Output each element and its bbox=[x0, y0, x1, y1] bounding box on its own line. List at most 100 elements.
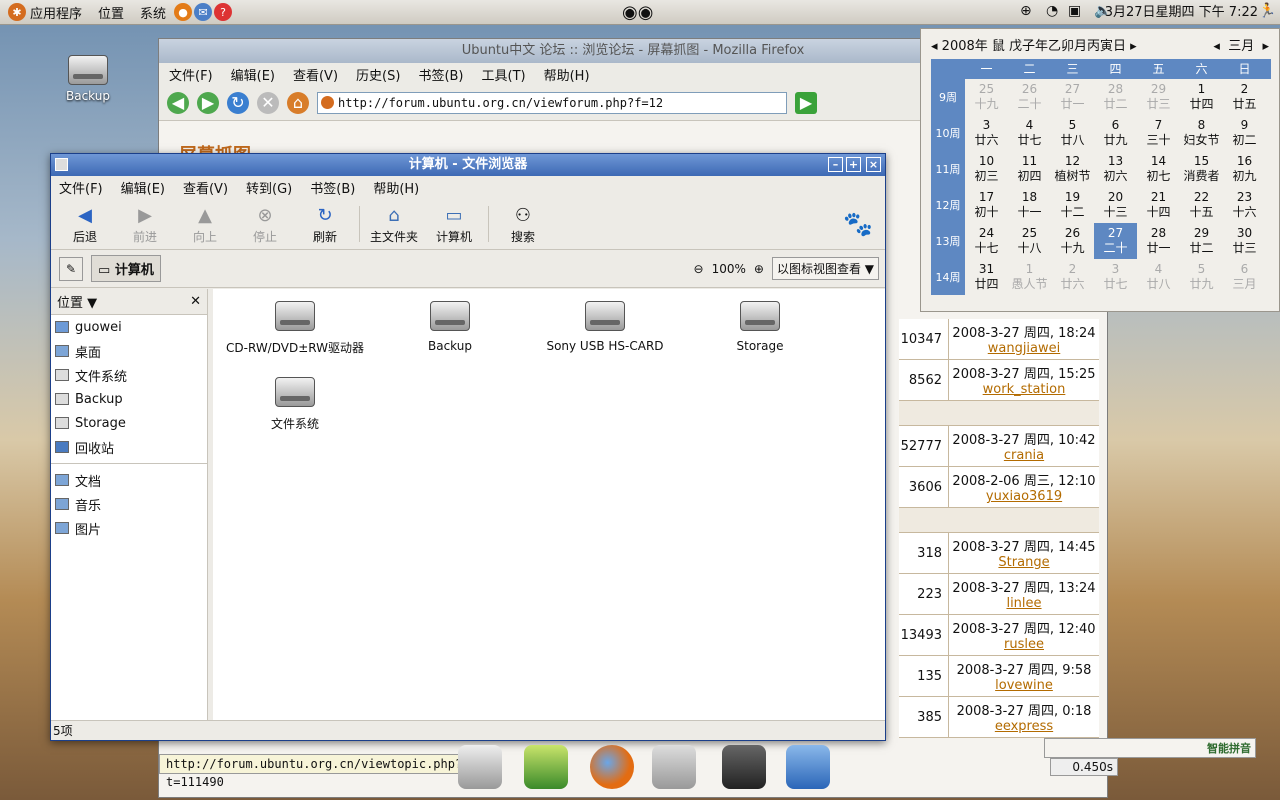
last-post-user[interactable]: yuxiao3619 bbox=[949, 489, 1099, 504]
zoom-in-icon[interactable]: ⊕ bbox=[754, 262, 764, 276]
calendar-day[interactable]: 7 三十 bbox=[1137, 115, 1180, 151]
ff-menu-tools[interactable]: 工具(T) bbox=[482, 65, 526, 84]
calendar-day[interactable]: 29 廿三 bbox=[1137, 79, 1180, 115]
ff-menu-edit[interactable]: 编辑(E) bbox=[231, 65, 275, 84]
calendar-day[interactable]: 26 二十 bbox=[1008, 79, 1051, 115]
trash-icon[interactable] bbox=[786, 745, 830, 789]
last-post-user[interactable]: linlee bbox=[949, 596, 1099, 611]
help-launcher-icon[interactable]: ? bbox=[214, 3, 233, 21]
ff-menu-view[interactable]: 查看(V) bbox=[293, 65, 338, 84]
calendar-day[interactable]: 17 初十 bbox=[965, 187, 1008, 223]
fm-menu-view[interactable]: 查看(V) bbox=[183, 178, 228, 197]
month-selector[interactable]: ◂ 三月 ▸ bbox=[1213, 35, 1269, 54]
stop-icon[interactable]: ✕ bbox=[257, 91, 279, 114]
minimize-icon[interactable]: – bbox=[828, 157, 843, 172]
calendar-day[interactable]: 14 初七 bbox=[1137, 151, 1180, 187]
last-post-user[interactable]: work_station bbox=[949, 382, 1099, 397]
system-menu[interactable]: 系统 bbox=[132, 0, 174, 25]
sidebar-close-icon[interactable]: ✕ bbox=[190, 294, 201, 309]
calendar-day[interactable]: 18 十一 bbox=[1008, 187, 1051, 223]
computer-button[interactable]: ▭ 计算机 bbox=[424, 198, 484, 245]
up-button[interactable]: ▲ 向上 bbox=[175, 198, 235, 245]
mail-launcher-icon[interactable]: ✉ bbox=[194, 3, 213, 21]
sidebar-item-storage[interactable]: Storage bbox=[51, 411, 207, 435]
terminal-icon[interactable] bbox=[722, 745, 766, 789]
calendar-day[interactable]: 16 初九 bbox=[1223, 151, 1266, 187]
go-icon[interactable]: ▶ bbox=[795, 91, 817, 114]
ff-menu-history[interactable]: 历史(S) bbox=[356, 65, 400, 84]
view-mode-select[interactable]: 以图标视图查看 ▼ bbox=[771, 257, 879, 280]
file-item-filesystem[interactable]: 文件系统 bbox=[225, 377, 365, 432]
calendar-day[interactable]: 22 十五 bbox=[1180, 187, 1223, 223]
home-folder-button[interactable]: ⌂ 主文件夹 bbox=[364, 198, 424, 245]
input-method-bar[interactable]: 智能拼音 bbox=[1044, 738, 1256, 758]
calendar-day[interactable]: 12 植树节 bbox=[1051, 151, 1094, 187]
calendar-day[interactable]: 5 廿九 bbox=[1180, 259, 1223, 295]
calendar-day[interactable]: 28 廿二 bbox=[1094, 79, 1137, 115]
battery-icon[interactable] bbox=[524, 745, 568, 789]
display-icon[interactable]: ▣ bbox=[1068, 3, 1081, 19]
back-icon[interactable]: ◀ bbox=[167, 91, 189, 114]
calendar-day[interactable]: 6 三月 bbox=[1223, 259, 1266, 295]
fm-menu-edit[interactable]: 编辑(E) bbox=[121, 178, 165, 197]
calendar-day[interactable]: 2 廿五 bbox=[1223, 79, 1266, 115]
calendar-day[interactable]: 31 廿四 bbox=[965, 259, 1008, 295]
network-icon[interactable]: ⊕ bbox=[1020, 3, 1032, 19]
last-post-user[interactable]: lovewine bbox=[949, 678, 1099, 693]
calendar-day[interactable]: 25 十九 bbox=[965, 79, 1008, 115]
fm-menu-file[interactable]: 文件(F) bbox=[59, 178, 103, 197]
calendar-day[interactable]: 8 妇女节 bbox=[1180, 115, 1223, 151]
sidebar-item-trash[interactable]: 回收站 bbox=[51, 435, 207, 459]
file-cabinet-icon[interactable] bbox=[652, 745, 696, 789]
calendar-day[interactable]: 2 廿六 bbox=[1051, 259, 1094, 295]
calendar-day[interactable]: 3 廿七 bbox=[1094, 259, 1137, 295]
calendar-day[interactable]: 27 二十 bbox=[1094, 223, 1137, 259]
back-button[interactable]: ◀ 后退 bbox=[55, 198, 115, 245]
calendar-day[interactable]: 27 廿一 bbox=[1051, 79, 1094, 115]
clock[interactable]: 3月27日星期四 下午 7:22 bbox=[1105, 0, 1258, 25]
calendar-day[interactable]: 29 廿二 bbox=[1180, 223, 1223, 259]
fm-menu-help[interactable]: 帮助(H) bbox=[373, 178, 419, 197]
calendar-day[interactable]: 4 廿八 bbox=[1137, 259, 1180, 295]
system-monitor-icon[interactable] bbox=[458, 745, 502, 789]
last-post-user[interactable]: ruslee bbox=[949, 637, 1099, 652]
sidebar-item-documents[interactable]: 文档 bbox=[51, 468, 207, 492]
sidebar-type-select[interactable]: 位置 ▼ bbox=[57, 292, 97, 311]
calendar-day[interactable]: 10 初三 bbox=[965, 151, 1008, 187]
last-post-user[interactable]: wangjiawei bbox=[949, 341, 1099, 356]
calendar-day[interactable]: 20 十三 bbox=[1094, 187, 1137, 223]
maximize-icon[interactable]: + bbox=[846, 157, 861, 172]
last-post-user[interactable]: crania bbox=[949, 448, 1099, 463]
calendar-day[interactable]: 1 愚人节 bbox=[1008, 259, 1051, 295]
calendar-day[interactable]: 23 十六 bbox=[1223, 187, 1266, 223]
url-bar[interactable]: http://forum.ubuntu.org.cn/viewforum.php… bbox=[317, 91, 787, 114]
desktop-icon-backup[interactable]: Backup bbox=[48, 55, 128, 103]
calendar-day[interactable]: 24 十七 bbox=[965, 223, 1008, 259]
forward-button[interactable]: ▶ 前进 bbox=[115, 198, 175, 245]
home-icon[interactable]: ⌂ bbox=[287, 91, 309, 114]
sidebar-item-backup[interactable]: Backup bbox=[51, 387, 207, 411]
fm-menu-go[interactable]: 转到(G) bbox=[246, 178, 292, 197]
calendar-day[interactable]: 19 十二 bbox=[1051, 187, 1094, 223]
sidebar-item-pictures[interactable]: 图片 bbox=[51, 516, 207, 540]
firefox-icon[interactable] bbox=[590, 745, 634, 789]
logout-icon[interactable]: 🏃 bbox=[1259, 3, 1276, 19]
file-item-cdrw[interactable]: CD-RW/DVD±RW驱动器 bbox=[225, 301, 365, 356]
calendar-day[interactable]: 15 消费者 bbox=[1180, 151, 1223, 187]
ff-menu-bookmarks[interactable]: 书签(B) bbox=[418, 65, 463, 84]
last-post-user[interactable]: Strange bbox=[949, 555, 1099, 570]
window-menu-icon[interactable] bbox=[55, 158, 68, 171]
reload-button[interactable]: ↻ 刷新 bbox=[295, 198, 355, 245]
zoom-out-icon[interactable]: ⊖ bbox=[694, 262, 704, 276]
sidebar-item-desktop[interactable]: 桌面 bbox=[51, 339, 207, 363]
calendar-day[interactable]: 4 廿七 bbox=[1008, 115, 1051, 151]
sidebar-item-music[interactable]: 音乐 bbox=[51, 492, 207, 516]
calendar-day[interactable]: 13 初六 bbox=[1094, 151, 1137, 187]
reload-icon[interactable]: ↻ bbox=[227, 91, 249, 114]
close-icon[interactable]: × bbox=[866, 157, 881, 172]
sidebar-item-home[interactable]: guowei bbox=[51, 315, 207, 339]
calendar-day[interactable]: 3 廿六 bbox=[965, 115, 1008, 151]
edit-location-icon[interactable]: ✎ bbox=[59, 256, 83, 281]
file-item-backup[interactable]: Backup bbox=[380, 301, 520, 353]
calendar-day[interactable]: 1 廿四 bbox=[1180, 79, 1223, 115]
